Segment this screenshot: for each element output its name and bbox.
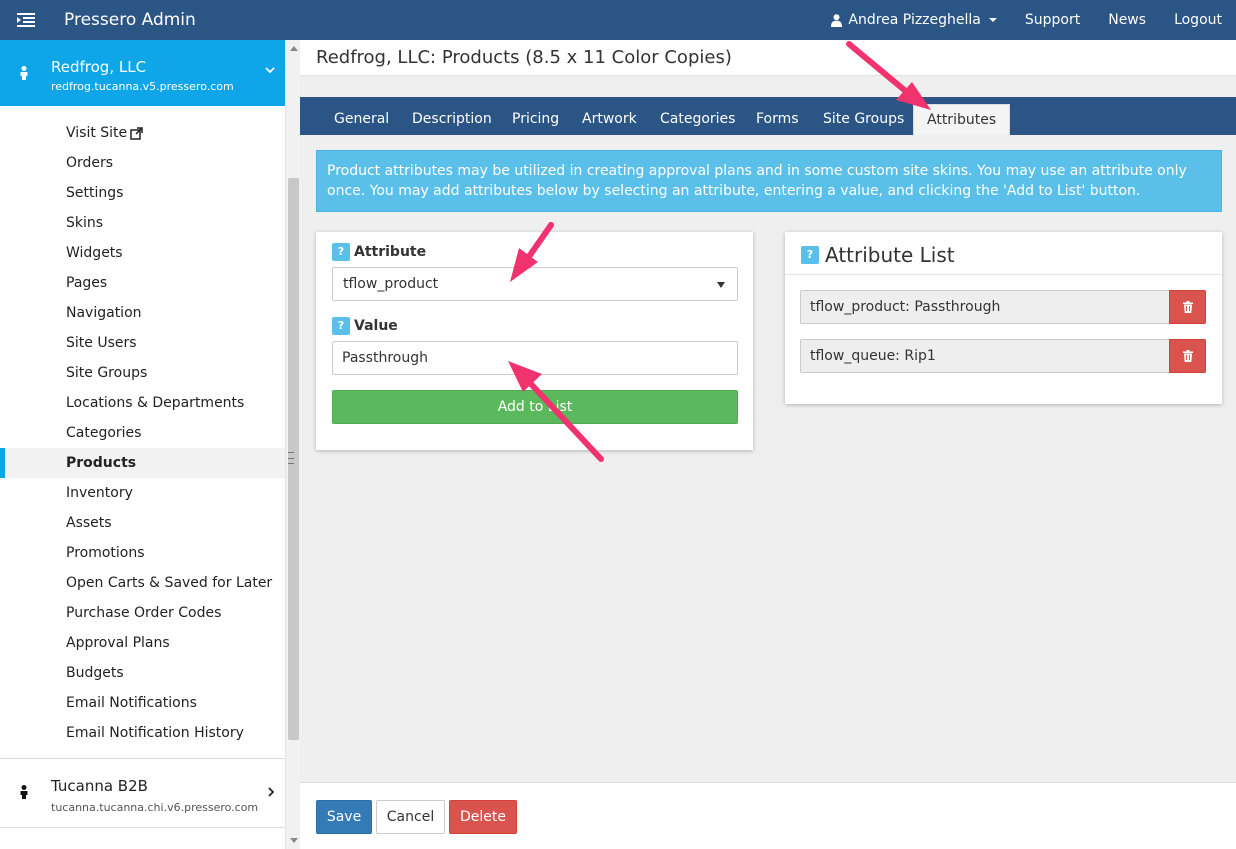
value-input[interactable]: Passthrough: [332, 341, 738, 375]
attribute-select[interactable]: tflow_product: [332, 267, 738, 301]
attribute-selected-value: tflow_product: [343, 276, 439, 292]
sidebar-item-budgets[interactable]: Budgets: [0, 658, 285, 688]
trash-icon: [1182, 350, 1193, 362]
sidebar-item-open-carts[interactable]: Open Carts & Saved for Later: [0, 568, 285, 598]
current-site-name: Redfrog, LLC: [51, 58, 147, 76]
sidebar: Redfrog, LLC redfrog.tucanna.v5.pressero…: [0, 40, 300, 849]
current-site-url: redfrog.tucanna.v5.pressero.com: [51, 80, 234, 93]
attribute-list-title-row: ? Attribute List: [801, 243, 955, 267]
sidebar-item-orders[interactable]: Orders: [0, 148, 285, 178]
add-attribute-panel: ? Attribute tflow_product ? Value Passth…: [316, 232, 753, 450]
sidebar-item-inventory[interactable]: Inventory: [0, 478, 285, 508]
main-content: Redfrog, LLC: Products (8.5 x 11 Color C…: [300, 40, 1236, 849]
attribute-list-panel: ? Attribute List tflow_product: Passthro…: [785, 232, 1222, 404]
trash-icon: [1182, 301, 1193, 313]
page-header: Redfrog, LLC: Products (8.5 x 11 Color C…: [300, 40, 1236, 76]
top-navbar: Pressero Admin Andrea Pizzeghella Suppor…: [0, 0, 1236, 40]
sidebar-item-navigation[interactable]: Navigation: [0, 298, 285, 328]
form-footer: Save Cancel Delete: [300, 782, 1236, 849]
sidebar-item-categories[interactable]: Categories: [0, 418, 285, 448]
sidebar-item-widgets[interactable]: Widgets: [0, 238, 285, 268]
sidebar-item-email-notification-history[interactable]: Email Notification History: [0, 718, 285, 748]
help-icon[interactable]: ?: [801, 246, 819, 264]
sidebar-item-site-groups[interactable]: Site Groups: [0, 358, 285, 388]
support-link[interactable]: Support: [1011, 0, 1094, 40]
list-item: tflow_queue: Rip1: [800, 339, 1206, 373]
user-icon: [831, 13, 843, 27]
other-site-url: tucanna.tucanna.chi.v6.pressero.com: [51, 801, 259, 814]
dropdown-arrow-icon: [717, 282, 725, 288]
sidebar-item-settings[interactable]: Settings: [0, 178, 285, 208]
caret-down-icon: [988, 18, 997, 22]
attribute-label: Attribute: [354, 244, 427, 260]
tab-artwork[interactable]: Artwork: [569, 97, 650, 135]
attribute-list-title: Attribute List: [825, 243, 955, 267]
help-icon[interactable]: ?: [332, 317, 350, 335]
remove-attribute-button[interactable]: [1169, 290, 1206, 324]
help-icon[interactable]: ?: [332, 243, 350, 261]
sidebar-item-products[interactable]: Products: [0, 448, 285, 478]
current-site-header[interactable]: Redfrog, LLC redfrog.tucanna.v5.pressero…: [0, 40, 285, 106]
other-site-name: Tucanna B2B: [51, 777, 148, 795]
hamburger-menu-icon: [17, 13, 35, 27]
save-button[interactable]: Save: [316, 800, 372, 834]
sidebar-item-locations-departments[interactable]: Locations & Departments: [0, 388, 285, 418]
sidebar-toggle-button[interactable]: [0, 0, 52, 40]
value-field-label: ? Value: [332, 317, 398, 335]
scroll-down-arrow-icon[interactable]: [290, 838, 298, 843]
tab-attributes[interactable]: Attributes: [913, 104, 1011, 135]
chevron-down-icon: [265, 67, 275, 74]
list-item: tflow_product: Passthrough: [800, 290, 1206, 324]
tab-pricing[interactable]: Pricing: [499, 97, 572, 135]
sidebar-item-label: Visit Site: [66, 125, 128, 141]
other-site-item[interactable]: Tucanna B2B tucanna.tucanna.chi.v6.press…: [0, 758, 285, 828]
tab-general[interactable]: General: [321, 97, 402, 135]
sidebar-item-email-notifications[interactable]: Email Notifications: [0, 688, 285, 718]
sidebar-item-site-users[interactable]: Site Users: [0, 328, 285, 358]
resize-grip-icon[interactable]: [288, 452, 294, 464]
logout-link[interactable]: Logout: [1160, 0, 1236, 40]
sidebar-item-visit-site[interactable]: Visit Site: [0, 118, 285, 148]
attribute-field-label: ? Attribute: [332, 243, 426, 261]
user-name: Andrea Pizzeghella: [848, 12, 981, 28]
sidebar-scrollbar[interactable]: [285, 40, 300, 849]
app-title[interactable]: Pressero Admin: [64, 0, 196, 40]
page-title: Redfrog, LLC: Products (8.5 x 11 Color C…: [316, 47, 732, 68]
tab-site-groups[interactable]: Site Groups: [810, 97, 917, 135]
attribute-list-value: tflow_product: Passthrough: [800, 290, 1170, 324]
sidebar-item-skins[interactable]: Skins: [0, 208, 285, 238]
tab-forms[interactable]: Forms: [743, 97, 812, 135]
external-link-icon: [130, 126, 143, 140]
user-menu[interactable]: Andrea Pizzeghella: [817, 0, 1011, 40]
attribute-list-value: tflow_queue: Rip1: [800, 339, 1170, 373]
sidebar-item-assets[interactable]: Assets: [0, 508, 285, 538]
scroll-up-arrow-icon[interactable]: [290, 46, 298, 51]
info-alert: Product attributes may be utilized in cr…: [316, 150, 1222, 212]
product-tabs: General Description Pricing Artwork Cate…: [300, 97, 1236, 135]
add-to-list-button[interactable]: Add to List: [332, 390, 738, 424]
site-nav-list: Visit Site Orders Settings Skins Widgets…: [0, 118, 285, 748]
attribute-list-header: ? Attribute List: [785, 232, 1222, 275]
delete-button[interactable]: Delete: [449, 800, 517, 834]
value-label: Value: [354, 318, 398, 334]
remove-attribute-button[interactable]: [1169, 339, 1206, 373]
sidebar-item-purchase-order-codes[interactable]: Purchase Order Codes: [0, 598, 285, 628]
sidebar-item-approval-plans[interactable]: Approval Plans: [0, 628, 285, 658]
news-link[interactable]: News: [1094, 0, 1160, 40]
cancel-button[interactable]: Cancel: [376, 800, 445, 834]
person-icon: [20, 785, 28, 799]
tab-categories[interactable]: Categories: [647, 97, 748, 135]
chevron-right-icon: [268, 787, 275, 797]
tab-description[interactable]: Description: [399, 97, 505, 135]
sidebar-item-pages[interactable]: Pages: [0, 268, 285, 298]
sidebar-item-promotions[interactable]: Promotions: [0, 538, 285, 568]
top-nav-right: Andrea Pizzeghella Support News Logout: [817, 0, 1236, 40]
person-icon: [20, 66, 28, 80]
